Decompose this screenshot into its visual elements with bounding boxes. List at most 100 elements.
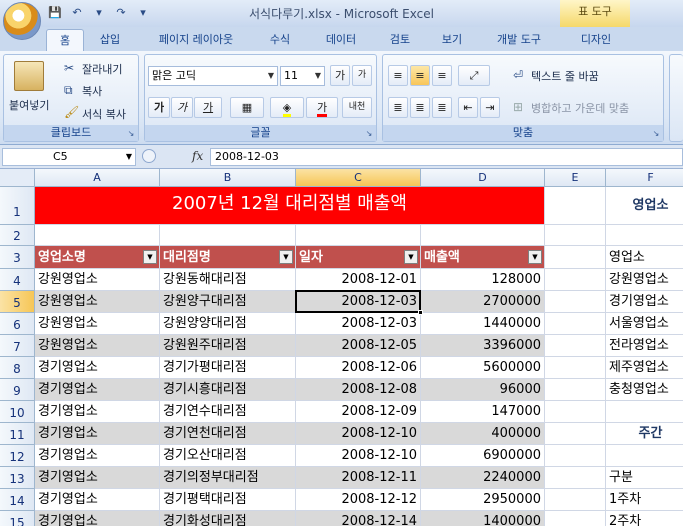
shrink-font-button[interactable]: 가 — [352, 65, 372, 86]
cell[interactable] — [545, 335, 606, 357]
table-cell[interactable]: 경기영업소 — [35, 489, 160, 511]
row-header-13[interactable]: 13 — [0, 467, 35, 489]
side-table-cell[interactable]: 충청영업소 — [606, 379, 683, 401]
italic-button[interactable]: 가 — [171, 97, 193, 118]
table-cell[interactable]: 128000 — [421, 269, 545, 291]
table-cell[interactable]: 경기평택대리점 — [160, 489, 296, 511]
grow-font-button[interactable]: 가 — [330, 65, 350, 86]
table-cell[interactable]: 1440000 — [421, 313, 545, 335]
column-header-e[interactable]: E — [545, 169, 606, 187]
table-cell[interactable]: 2008-12-03 — [296, 291, 421, 313]
table-cell[interactable]: 147000 — [421, 401, 545, 423]
row-header-1[interactable]: 1 — [0, 187, 35, 225]
table-cell[interactable]: 강원영업소 — [35, 335, 160, 357]
row-header-12[interactable]: 12 — [0, 445, 35, 467]
cell[interactable] — [545, 489, 606, 511]
cell[interactable] — [545, 445, 606, 467]
underline-button[interactable]: 가 — [194, 97, 222, 118]
cell[interactable] — [545, 511, 606, 526]
table-cell[interactable]: 2008-12-06 — [296, 357, 421, 379]
paste-button[interactable]: 붙여넣기 — [9, 97, 49, 113]
increase-indent-button[interactable]: ⇥ — [480, 97, 500, 118]
select-all-corner[interactable] — [0, 169, 35, 187]
row-header-2[interactable]: 2 — [0, 225, 35, 246]
table-cell[interactable]: 경기연천대리점 — [160, 423, 296, 445]
table-cell[interactable]: 2008-12-01 — [296, 269, 421, 291]
bold-button[interactable]: 가 — [148, 97, 170, 118]
table-cell[interactable]: 2008-12-09 — [296, 401, 421, 423]
column-header-d[interactable]: D — [421, 169, 545, 187]
column-header-f[interactable]: F — [606, 169, 683, 187]
cell[interactable] — [545, 269, 606, 291]
cell[interactable] — [606, 401, 683, 423]
side-table-cell[interactable]: 강원영업소 — [606, 269, 683, 291]
row-header-7[interactable]: 7 — [0, 335, 35, 357]
side-table-cell[interactable]: 1주차 — [606, 489, 683, 511]
table-cell[interactable]: 2240000 — [421, 467, 545, 489]
cell[interactable] — [545, 291, 606, 313]
row-header-15[interactable]: 15 — [0, 511, 35, 526]
tab-page-layout[interactable]: 페이지 레이아웃 — [146, 29, 246, 51]
table-cell[interactable]: 경기영업소 — [35, 401, 160, 423]
table-cell[interactable]: 1400000 — [421, 511, 545, 526]
side-table-cell[interactable]: 경기영업소 — [606, 291, 683, 313]
cell[interactable] — [545, 246, 606, 269]
table-cell[interactable]: 경기영업소 — [35, 445, 160, 467]
tab-data[interactable]: 데이터 — [316, 29, 366, 51]
side-table-heading[interactable]: 주간 — [606, 423, 683, 445]
table-cell[interactable]: 경기가평대리점 — [160, 357, 296, 379]
table-cell[interactable]: 경기시흥대리점 — [160, 379, 296, 401]
font-size-select[interactable]: 11 ▼ — [280, 66, 325, 86]
table-cell[interactable]: 2008-12-05 — [296, 335, 421, 357]
wrap-text-button[interactable]: 텍스트 줄 바꿈 — [531, 68, 599, 84]
table-cell[interactable]: 2008-12-10 — [296, 423, 421, 445]
dialog-launcher-icon[interactable]: ↘ — [651, 129, 661, 139]
table-cell[interactable]: 강원영업소 — [35, 291, 160, 313]
align-left-button[interactable]: ≣ — [388, 97, 408, 118]
table-cell[interactable]: 2008-12-14 — [296, 511, 421, 526]
tab-home[interactable]: 홈 — [46, 29, 84, 51]
align-top-button[interactable]: ≡ — [388, 65, 408, 86]
tab-view[interactable]: 보기 — [432, 29, 472, 51]
row-header-9[interactable]: 9 — [0, 379, 35, 401]
tab-insert[interactable]: 삽입 — [90, 29, 130, 51]
cell[interactable] — [421, 225, 545, 246]
row-header-5[interactable]: 5 — [0, 291, 35, 313]
cell[interactable] — [296, 225, 421, 246]
column-header-b[interactable]: B — [160, 169, 296, 187]
table-cell[interactable]: 경기영업소 — [35, 467, 160, 489]
side-table-cell[interactable]: 서울영업소 — [606, 313, 683, 335]
cell[interactable] — [545, 225, 606, 246]
table-cell[interactable]: 강원양양대리점 — [160, 313, 296, 335]
fill-color-button[interactable]: ◈ — [270, 97, 304, 118]
table-cell[interactable]: 5600000 — [421, 357, 545, 379]
row-header-6[interactable]: 6 — [0, 313, 35, 335]
fill-handle[interactable] — [418, 310, 423, 315]
tab-review[interactable]: 검토 — [380, 29, 420, 51]
table-cell[interactable]: 경기오산대리점 — [160, 445, 296, 467]
align-bottom-button[interactable]: ≡ — [432, 65, 452, 86]
filter-dropdown-icon[interactable]: ▼ — [279, 250, 293, 264]
paste-icon[interactable] — [14, 61, 44, 91]
table-cell[interactable]: 강원원주대리점 — [160, 335, 296, 357]
row-header-4[interactable]: 4 — [0, 269, 35, 291]
sheet-title[interactable]: 2007년 12월 대리점별 매출액 — [35, 187, 545, 225]
table-cell[interactable]: 경기영업소 — [35, 423, 160, 445]
table-cell[interactable]: 6900000 — [421, 445, 545, 467]
format-painter-button[interactable]: 서식 복사 — [82, 106, 126, 122]
table-cell[interactable]: 2008-12-12 — [296, 489, 421, 511]
spreadsheet-grid[interactable]: ABCDEF 1 2 3 4 5 6 7 8 9 10 11 12 13 14 15 2007년 12월 대… — [0, 169, 683, 526]
phonetic-button[interactable]: 내천 — [342, 97, 372, 118]
tab-design[interactable]: 디자인 — [568, 29, 624, 51]
table-cell[interactable]: 2008-12-10 — [296, 445, 421, 467]
table-cell[interactable]: 3396000 — [421, 335, 545, 357]
dialog-launcher-icon[interactable]: ↘ — [364, 129, 374, 139]
table-cell[interactable]: 경기영업소 — [35, 379, 160, 401]
cell[interactable] — [545, 423, 606, 445]
cell[interactable] — [35, 225, 160, 246]
cell[interactable] — [545, 313, 606, 335]
name-box[interactable]: C5 ▼ — [2, 148, 136, 166]
side-table-cell[interactable]: 전라영업소 — [606, 335, 683, 357]
column-header-c[interactable]: C — [296, 169, 421, 187]
formula-input[interactable]: 2008-12-03 — [210, 148, 683, 166]
